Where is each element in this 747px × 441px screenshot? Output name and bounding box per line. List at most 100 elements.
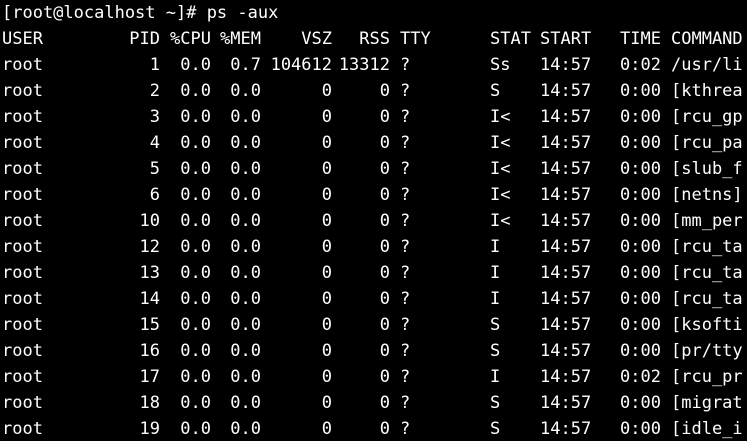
process-command: [kthrea	[671, 81, 743, 101]
process-stat: I<	[490, 133, 511, 153]
process-cpu: 0.0	[180, 315, 211, 335]
process-mem: 0.0	[230, 237, 261, 257]
process-time: 0:00	[620, 107, 661, 127]
process-pid: 1	[149, 55, 160, 75]
process-rss: 0	[379, 107, 390, 127]
process-rss: 0	[379, 315, 390, 335]
process-start: 14:57	[540, 237, 592, 257]
process-rss: 0	[379, 393, 390, 413]
table-row: root 17 0.0 0.0 0 0? I 14:57 0:02 [rcu_pr	[0, 364, 747, 390]
process-tty: ?	[400, 237, 411, 257]
process-command: [rcu_ta	[671, 237, 743, 257]
process-command: [rcu_pr	[671, 367, 743, 387]
process-tty: ?	[400, 211, 411, 231]
process-command: [migrat	[671, 393, 743, 413]
process-command: [rcu_gp	[671, 107, 743, 127]
process-cpu: 0.0	[180, 81, 211, 101]
process-time: 0:00	[620, 419, 661, 439]
process-pid: 13	[139, 263, 160, 283]
process-time: 0:02	[620, 367, 661, 387]
header-command: COMMAND	[671, 29, 743, 49]
process-vsz: 0	[321, 393, 332, 413]
process-start: 14:57	[540, 133, 592, 153]
process-rss: 0	[379, 81, 390, 101]
process-vsz: 104612	[270, 55, 332, 75]
process-cpu: 0.0	[180, 185, 211, 205]
process-mem: 0.7	[230, 55, 261, 75]
process-pid: 10	[139, 211, 160, 231]
table-row: root 16 0.0 0.0 0 0? S 14:57 0:00 [pr/tty	[0, 338, 747, 364]
process-tty: ?	[400, 81, 411, 101]
process-time: 0:00	[620, 263, 661, 283]
process-pid: 12	[139, 237, 160, 257]
process-vsz: 0	[321, 185, 332, 205]
process-tty: ?	[400, 107, 411, 127]
table-row: root 6 0.0 0.0 0 0? I< 14:57 0:00 [netns]	[0, 182, 747, 208]
process-start: 14:57	[540, 81, 592, 101]
process-start: 14:57	[540, 289, 592, 309]
table-header-row: USER PID %CPU %MEM VSZ RSS TTY STAT STAR…	[0, 26, 747, 52]
process-tty: ?	[400, 55, 411, 75]
process-cpu: 0.0	[180, 107, 211, 127]
process-vsz: 0	[321, 107, 332, 127]
process-command: /usr/li	[671, 55, 743, 75]
process-start: 14:57	[540, 341, 592, 361]
process-cpu: 0.0	[180, 263, 211, 283]
process-pid: 3	[149, 107, 160, 127]
process-time: 0:02	[620, 55, 661, 75]
process-mem: 0.0	[230, 419, 261, 439]
process-vsz: 0	[321, 315, 332, 335]
process-mem: 0.0	[230, 107, 261, 127]
process-mem: 0.0	[230, 211, 261, 231]
table-row: root 5 0.0 0.0 0 0? I< 14:57 0:00 [slub_f	[0, 156, 747, 182]
process-rss: 0	[379, 289, 390, 309]
process-tty: ?	[400, 393, 411, 413]
process-time: 0:00	[620, 393, 661, 413]
process-tty: ?	[400, 341, 411, 361]
header-vsz: VSZ	[301, 29, 332, 49]
process-stat: S	[490, 341, 501, 361]
process-command: [mm_per	[671, 211, 743, 231]
process-mem: 0.0	[230, 263, 261, 283]
process-pid: 6	[149, 185, 160, 205]
process-vsz: 0	[321, 211, 332, 231]
process-start: 14:57	[540, 367, 592, 387]
process-tty: ?	[400, 133, 411, 153]
process-start: 14:57	[540, 315, 592, 335]
header-stat: STAT	[490, 29, 531, 49]
process-mem: 0.0	[230, 289, 261, 309]
process-command: [rcu_ta	[671, 289, 743, 309]
process-mem: 0.0	[230, 159, 261, 179]
process-start: 14:57	[540, 419, 592, 439]
header-pid: PID	[129, 29, 160, 49]
process-command: [slub_f	[671, 159, 743, 179]
process-tty: ?	[400, 159, 411, 179]
process-rss: 0	[379, 367, 390, 387]
table-row: root 19 0.0 0.0 0 0? S 14:57 0:00 [idle_i	[0, 416, 747, 441]
header-cpu: %CPU	[170, 29, 211, 49]
process-pid: 4	[149, 133, 160, 153]
process-tty: ?	[400, 263, 411, 283]
process-command: [idle_i	[671, 419, 743, 439]
command-prompt-line: [root@localhost ~]# ps -aux	[0, 0, 278, 26]
process-vsz: 0	[321, 263, 332, 283]
process-vsz: 0	[321, 419, 332, 439]
process-cpu: 0.0	[180, 289, 211, 309]
process-command: [pr/tty	[671, 341, 743, 361]
terminal-window[interactable]: [root@localhost ~]# ps -aux USER PID %CP…	[0, 0, 747, 441]
process-tty: ?	[400, 315, 411, 335]
process-time: 0:00	[620, 237, 661, 257]
process-command: [rcu_pa	[671, 133, 743, 153]
process-start: 14:57	[540, 55, 592, 75]
process-pid: 15	[139, 315, 160, 335]
process-cpu: 0.0	[180, 159, 211, 179]
process-rss: 0	[379, 419, 390, 439]
process-pid: 5	[149, 159, 160, 179]
table-row: root 10 0.0 0.0 0 0? I< 14:57 0:00 [mm_per	[0, 208, 747, 234]
process-start: 14:57	[540, 185, 592, 205]
process-pid: 2	[149, 81, 160, 101]
process-start: 14:57	[540, 211, 592, 231]
process-pid: 14	[139, 289, 160, 309]
process-cpu: 0.0	[180, 341, 211, 361]
process-rss: 0	[379, 341, 390, 361]
